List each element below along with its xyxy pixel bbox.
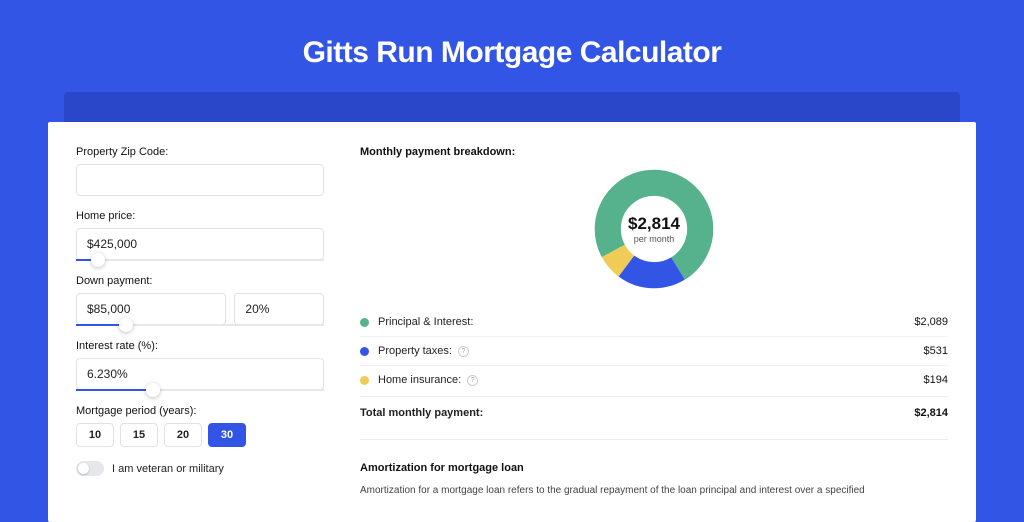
- legend-value: $194: [924, 374, 948, 386]
- zip-group: Property Zip Code:: [76, 146, 324, 196]
- price-input[interactable]: [76, 228, 324, 260]
- down-label: Down payment:: [76, 275, 324, 287]
- price-label: Home price:: [76, 210, 324, 222]
- period-btn-10[interactable]: 10: [76, 423, 114, 447]
- donut-chart-wrap: $2,814 per month: [360, 168, 948, 290]
- down-amount-input[interactable]: [76, 293, 226, 325]
- legend-row: Principal & Interest: $2,089: [360, 308, 948, 337]
- down-slider[interactable]: [76, 324, 324, 326]
- period-label: Mortgage period (years):: [76, 405, 324, 417]
- help-icon[interactable]: ?: [458, 346, 469, 357]
- page-title: Gitts Run Mortgage Calculator: [48, 36, 976, 70]
- blue-dot-icon: [360, 347, 369, 356]
- zip-label: Property Zip Code:: [76, 146, 324, 158]
- price-slider-thumb[interactable]: [91, 253, 105, 267]
- amortization-text: Amortization for a mortgage loan refers …: [360, 484, 948, 498]
- down-slider-thumb[interactable]: [119, 318, 133, 332]
- period-btn-20[interactable]: 20: [164, 423, 202, 447]
- legend-value: $531: [924, 345, 948, 357]
- veteran-label: I am veteran or military: [112, 463, 224, 475]
- legend-row: Property taxes:? $531: [360, 337, 948, 366]
- down-group: Down payment:: [76, 275, 324, 326]
- legend-label: Home insurance:: [378, 374, 461, 386]
- card-shadow: [64, 92, 960, 122]
- veteran-row: I am veteran or military: [76, 461, 324, 476]
- donut-chart: $2,814 per month: [593, 168, 715, 290]
- period-buttons: 10152030: [76, 423, 324, 447]
- period-btn-30[interactable]: 30: [208, 423, 246, 447]
- rate-input[interactable]: [76, 358, 324, 390]
- period-group: Mortgage period (years): 10152030: [76, 405, 324, 447]
- amortization-section: Amortization for mortgage loan Amortizat…: [360, 439, 948, 498]
- help-icon[interactable]: ?: [467, 375, 478, 386]
- rate-label: Interest rate (%):: [76, 340, 324, 352]
- rate-slider-thumb[interactable]: [146, 383, 160, 397]
- green-dot-icon: [360, 318, 369, 327]
- period-btn-15[interactable]: 15: [120, 423, 158, 447]
- legend-row: Home insurance:? $194: [360, 366, 948, 394]
- form-panel: Property Zip Code: Home price: Down paym…: [48, 122, 348, 522]
- calculator-card: Property Zip Code: Home price: Down paym…: [48, 122, 976, 522]
- results-panel: Monthly payment breakdown: $2,814 per mo…: [348, 122, 976, 522]
- total-row: Total monthly payment: $2,814: [360, 396, 948, 431]
- legend-list: Principal & Interest: $2,089 Property taxe…: [360, 308, 948, 394]
- amortization-title: Amortization for mortgage loan: [360, 462, 948, 474]
- rate-slider[interactable]: [76, 389, 324, 391]
- price-group: Home price:: [76, 210, 324, 261]
- zip-input[interactable]: [76, 164, 324, 196]
- yellow-dot-icon: [360, 376, 369, 385]
- down-percent-input[interactable]: [234, 293, 324, 325]
- legend-value: $2,089: [914, 316, 948, 328]
- price-slider[interactable]: [76, 259, 324, 261]
- donut-sub: per month: [634, 234, 675, 244]
- donut-amount: $2,814: [628, 214, 680, 234]
- veteran-toggle[interactable]: [76, 461, 104, 476]
- legend-label: Principal & Interest:: [378, 316, 473, 328]
- rate-group: Interest rate (%):: [76, 340, 324, 391]
- donut-center: $2,814 per month: [593, 168, 715, 290]
- breakdown-title: Monthly payment breakdown:: [360, 146, 948, 158]
- total-value: $2,814: [914, 407, 948, 419]
- total-label: Total monthly payment:: [360, 407, 483, 419]
- legend-label: Property taxes:: [378, 345, 452, 357]
- rate-slider-fill: [76, 389, 153, 391]
